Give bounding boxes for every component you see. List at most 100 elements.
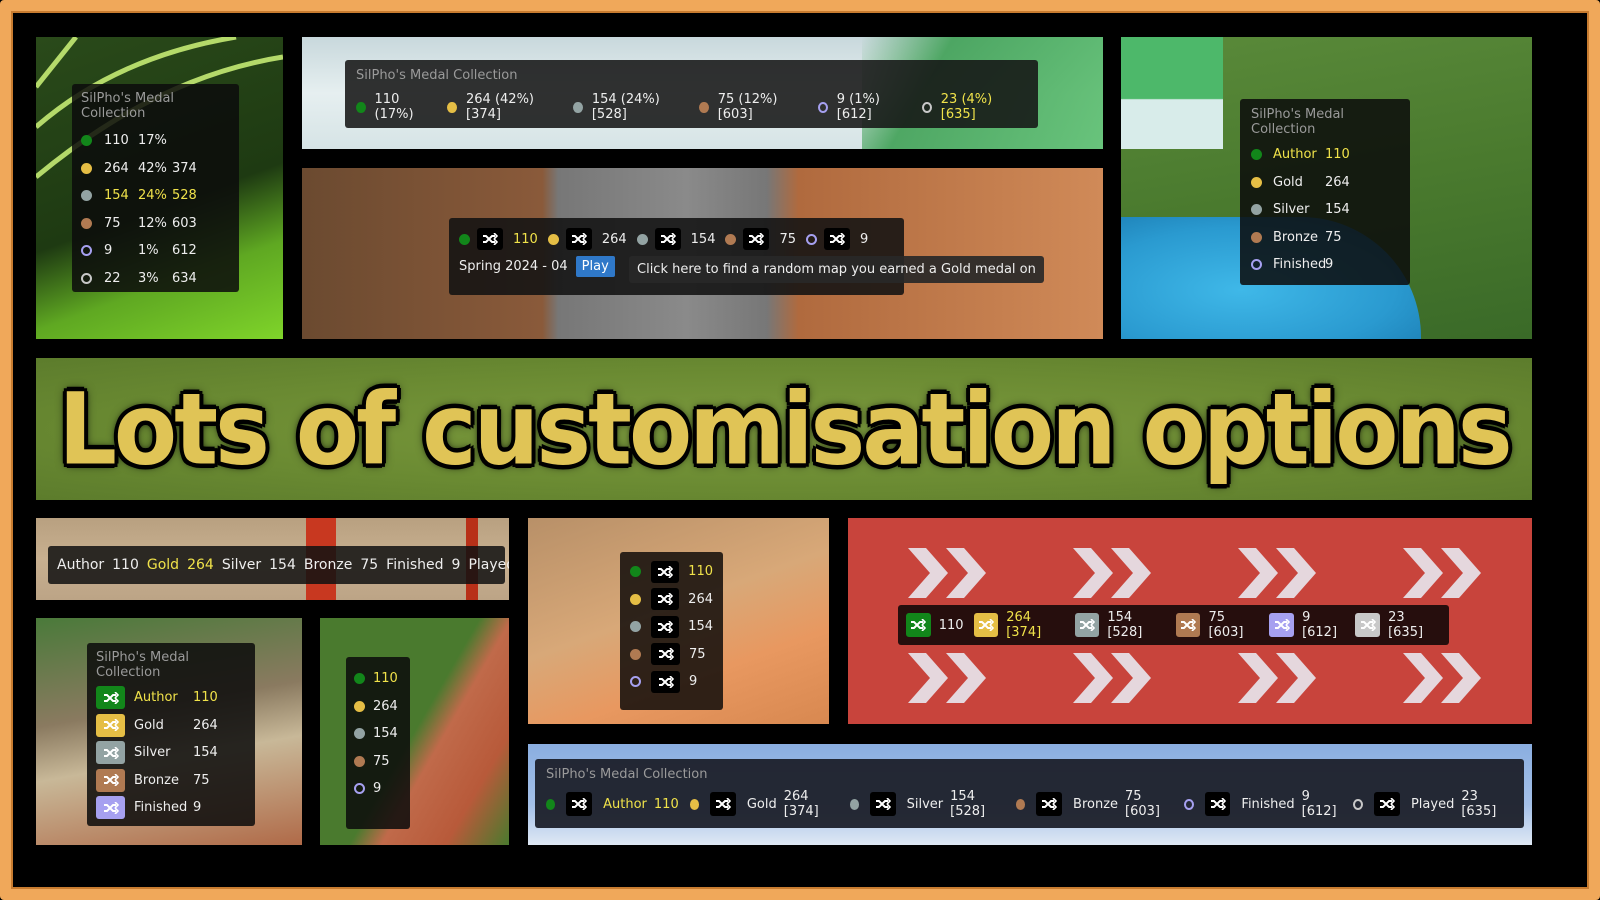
medal-count: 75 <box>193 772 210 788</box>
medal-dot-icon <box>689 798 700 810</box>
medal-label: Finished <box>1241 796 1295 812</box>
shuffle-icon[interactable] <box>869 792 896 816</box>
panel-sand: 110 264 154 75 9 <box>528 518 829 724</box>
medal-ring-icon <box>921 101 932 113</box>
shuffle-icon[interactable] <box>1175 613 1201 637</box>
shuffle-icon[interactable] <box>973 613 999 637</box>
medal-count: 9 <box>193 800 202 816</box>
shuffle-icon[interactable] <box>824 228 851 250</box>
shuffle-icon[interactable] <box>96 713 125 737</box>
medal-collection-widget: SilPho's Medal Collection Author 110 Gold 2… <box>535 759 1524 828</box>
medal-label: Silver <box>906 796 944 812</box>
medal-label: Played <box>468 557 509 573</box>
widget-title: SilPho's Medal Collection <box>1251 107 1345 137</box>
chevron-mark <box>1276 653 1316 703</box>
medal-row: 154 24% 528 <box>81 182 230 210</box>
medal-item: 23 (4%) [635] <box>921 92 1019 122</box>
medal-ring-icon <box>81 245 92 257</box>
chevron-mark <box>1073 653 1113 703</box>
medal-collection-widget: 110 264 154 75 9 <box>346 657 410 829</box>
medal-collection-widget: 110 264 154 75 9 <box>620 552 723 710</box>
shuffle-icon[interactable] <box>651 670 680 693</box>
random-map-tooltip: Click here to find a random map you earn… <box>629 256 1044 283</box>
medal-ring-icon <box>630 676 641 688</box>
medal-label: Bronze <box>303 557 353 573</box>
campaign-name: Spring 2024 - 04 <box>459 259 568 274</box>
shuffle-icon[interactable] <box>96 768 125 792</box>
panel-desert-line: Author 110 Gold 264 Silver 154 Bronze 75 Finishe… <box>36 518 509 600</box>
medal-label: Finished <box>1273 257 1327 273</box>
medal-row: 9 <box>630 668 713 696</box>
medal-row: Gold 264 <box>96 712 246 740</box>
medal-dot-icon <box>459 233 470 245</box>
shuffle-icon[interactable] <box>96 686 125 710</box>
medal-count: 23 [635] <box>1388 610 1424 640</box>
shuffle-icon[interactable] <box>650 615 680 638</box>
chevron-mark <box>1238 653 1278 703</box>
shuffle-icon[interactable] <box>906 613 931 637</box>
medal-dot-icon <box>1251 149 1262 161</box>
medal-cumulative: 528 <box>172 188 197 204</box>
panel-stadium: SilPho's Medal Collection 110 17% 264 42% 37… <box>36 37 283 339</box>
medal-item: 75 (12%) [603] <box>699 92 804 122</box>
shuffle-icon[interactable] <box>650 588 680 611</box>
shuffle-icon[interactable] <box>650 560 680 583</box>
shuffle-icon[interactable] <box>566 792 593 816</box>
shuffle-icon[interactable] <box>565 228 592 250</box>
medal-ring-icon <box>81 272 92 284</box>
medal-dot-icon <box>1015 798 1026 810</box>
medal-row: 9 1% 612 <box>81 237 230 265</box>
medal-collection-widget: SilPho's Medal Collection Author 110 Gold 2… <box>87 643 255 826</box>
chevron-mark <box>908 548 948 598</box>
medal-count: 264 <box>601 231 627 247</box>
shuffle-icon[interactable] <box>477 228 503 250</box>
medal-dot-icon <box>573 101 583 113</box>
medal-item: 110 (17%) <box>356 92 433 122</box>
medal-count: 154 [528] <box>950 789 986 819</box>
shuffle-icon[interactable] <box>1355 613 1381 637</box>
medal-dot-icon <box>699 101 709 113</box>
medal-count: 154 <box>688 619 713 635</box>
medal-count: 75 <box>373 753 390 769</box>
medal-row: 264 <box>354 693 402 721</box>
medal-label: Author <box>57 557 105 573</box>
medal-count: 154 (24%) [528] <box>591 92 660 122</box>
medal-count: 264 <box>373 698 398 714</box>
chevron-mark <box>946 548 986 598</box>
medal-count: 110 (17%) <box>374 92 414 122</box>
medal-count: 110 <box>373 671 398 687</box>
medal-dot-icon <box>849 798 859 810</box>
medal-row: 22 3% 634 <box>81 265 230 293</box>
widget-title: SilPho's Medal Collection <box>356 68 518 83</box>
medal-row: 75 <box>630 641 713 669</box>
shuffle-icon[interactable] <box>1074 613 1100 637</box>
medal-count: 110 <box>112 557 139 573</box>
medal-row: 264 <box>630 586 713 614</box>
shuffle-icon[interactable] <box>1374 792 1400 816</box>
medal-count: 264 [374] <box>1006 610 1042 640</box>
shuffle-icon[interactable] <box>96 741 125 765</box>
medal-count: 9 <box>104 243 113 259</box>
shuffle-icon[interactable] <box>96 796 125 820</box>
play-button[interactable]: Play <box>575 256 615 277</box>
medal-dot-icon <box>81 217 92 229</box>
medal-collection-widget: SilPho's Medal Collection 110 (17%) 264 (… <box>345 60 1038 128</box>
medal-count: 110 <box>688 564 713 580</box>
medal-label: Played <box>1410 796 1455 812</box>
medal-label: Silver <box>221 557 262 573</box>
shuffle-icon[interactable] <box>1204 792 1231 816</box>
panel-sky: SilPho's Medal Collection Author 110 Gold 2… <box>528 744 1532 845</box>
shuffle-icon[interactable] <box>1036 792 1063 816</box>
shuffle-icon[interactable] <box>1269 613 1295 637</box>
shuffle-icon[interactable] <box>710 792 736 816</box>
medal-dot-icon <box>636 233 648 245</box>
shuffle-icon[interactable] <box>743 228 770 250</box>
medal-label: Bronze <box>1073 796 1119 812</box>
shuffle-icon[interactable] <box>654 228 681 250</box>
medal-row: 154 <box>630 613 713 641</box>
medal-count: 9 <box>689 674 698 690</box>
banner: Lots of customisation options <box>36 358 1532 500</box>
shuffle-icon[interactable] <box>651 643 680 666</box>
medal-count: 154 <box>1325 202 1350 218</box>
medal-label: Bronze <box>134 772 179 788</box>
